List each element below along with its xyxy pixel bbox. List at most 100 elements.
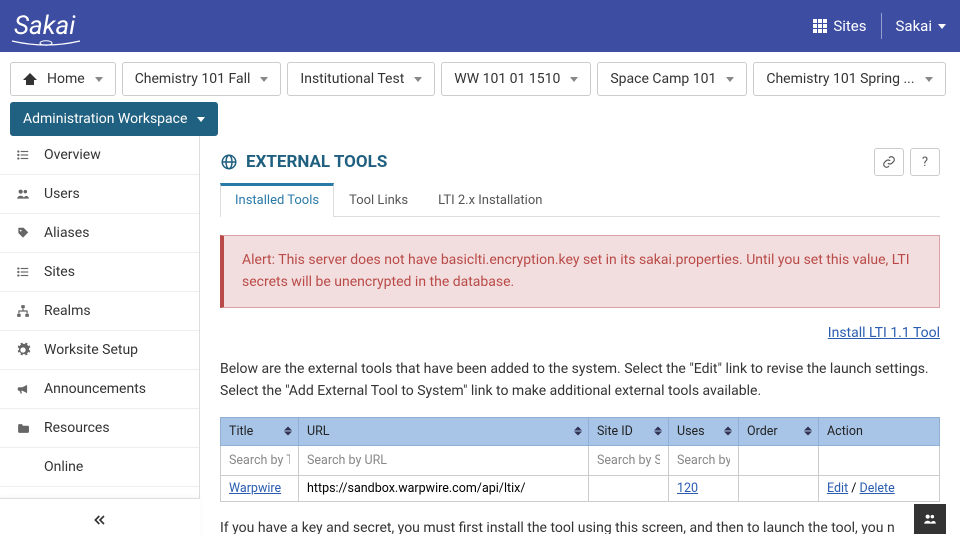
- chevron-down-icon: [260, 77, 268, 82]
- site-tab-4[interactable]: Space Camp 101: [597, 62, 747, 96]
- site-tab-label: Chemistry 101 Spring ...: [766, 71, 914, 87]
- sort-icon: [574, 427, 582, 436]
- feedback-button[interactable]: [914, 504, 946, 534]
- list-icon: [14, 147, 32, 163]
- sub-tabs: Installed ToolsTool LinksLTI 2.x Install…: [220, 182, 940, 217]
- chevron-down-icon: [925, 77, 933, 82]
- sidebar-item-label: Sites: [44, 264, 75, 280]
- user-menu[interactable]: Sakai: [896, 17, 946, 35]
- tool-url: https://sandbox.warpwire.com/api/ltix/: [299, 475, 589, 501]
- grid-icon: [813, 19, 827, 33]
- col-title[interactable]: Title: [221, 417, 299, 445]
- blank-icon: [14, 459, 32, 475]
- col-action[interactable]: Action: [819, 417, 940, 445]
- users-icon: [922, 512, 938, 526]
- sidebar-item-label: Worksite Setup: [44, 342, 138, 358]
- search-row: [221, 445, 940, 475]
- page-title: EXTERNAL TOOLS: [220, 152, 387, 172]
- intro-text: Below are the external tools that have b…: [220, 359, 940, 402]
- tool-uses-link[interactable]: 120: [677, 481, 698, 496]
- sidebar-item-label: Online: [44, 459, 83, 475]
- folder-icon: [14, 420, 32, 436]
- edit-link[interactable]: Edit: [827, 481, 848, 496]
- chevron-down-icon: [726, 77, 734, 82]
- sort-icon: [724, 427, 732, 436]
- delete-link[interactable]: Delete: [860, 481, 895, 496]
- chevron-down-icon: [570, 77, 578, 82]
- chevron-down-icon: [414, 77, 422, 82]
- gear-icon: [14, 342, 32, 358]
- sub-tab-installed-tools[interactable]: Installed Tools: [220, 183, 334, 217]
- sidebar-item-worksite-setup[interactable]: Worksite Setup: [0, 331, 199, 370]
- permalink-button[interactable]: [874, 148, 904, 176]
- site-tab-label: WW 101 01 1510: [454, 71, 560, 87]
- collapse-sidebar-button[interactable]: [0, 498, 200, 540]
- sidebar: Overview Users Aliases Sites Realms Worksite …: [0, 136, 200, 534]
- sidebar-item-label: Aliases: [44, 225, 89, 241]
- list-icon: [14, 264, 32, 280]
- sidebar-item-resources[interactable]: Resources: [0, 409, 199, 448]
- globe-icon: [220, 153, 238, 171]
- topbar: Sakai Sites Sakai: [0, 0, 960, 52]
- site-tab-label: Home: [47, 71, 85, 87]
- sidebar-item-label: Resources: [44, 420, 110, 436]
- content: EXTERNAL TOOLS ? Installed ToolsTool Lin…: [200, 136, 960, 534]
- sidebar-item-realms[interactable]: Realms: [0, 292, 199, 331]
- search-input-0[interactable]: [229, 451, 290, 470]
- tools-table: TitleURLSite IDUsesOrderAction Warpwire h…: [220, 417, 940, 502]
- table-row: Warpwire https://sandbox.warpwire.com/api…: [221, 475, 940, 501]
- chevron-down-icon: [95, 77, 103, 82]
- help-button[interactable]: ?: [910, 148, 940, 176]
- site-tab-0[interactable]: Home: [10, 62, 116, 96]
- site-tab-5[interactable]: Chemistry 101 Spring ...: [753, 62, 945, 96]
- sidebar-item-overview[interactable]: Overview: [0, 136, 199, 175]
- install-lti-link[interactable]: Install LTI 1.1 Tool: [828, 325, 940, 341]
- site-tab-label: Chemistry 101 Fall: [135, 71, 251, 87]
- chevron-down-icon: [938, 24, 946, 29]
- sidebar-item-online[interactable]: Online: [0, 448, 199, 487]
- sidebar-item-label: Users: [44, 186, 80, 202]
- sidebar-item-announcements[interactable]: Announcements: [0, 370, 199, 409]
- search-input-2[interactable]: [597, 451, 660, 470]
- tag-icon: [14, 225, 32, 241]
- sidebar-item-sites[interactable]: Sites: [0, 253, 199, 292]
- home-icon: [23, 73, 37, 85]
- sitemap-icon: [14, 303, 32, 319]
- megaphone-icon: [14, 381, 32, 397]
- chevron-double-left-icon: [92, 512, 108, 528]
- sites-button[interactable]: Sites: [813, 17, 866, 35]
- footer-text: If you have a key and secret, you must f…: [220, 518, 940, 534]
- col-site-id[interactable]: Site ID: [589, 417, 669, 445]
- sort-icon: [284, 427, 292, 436]
- site-tab-label: Space Camp 101: [610, 71, 716, 87]
- sidebar-item-label: Realms: [44, 303, 91, 319]
- sidebar-item-users[interactable]: Users: [0, 175, 199, 214]
- site-tab-6[interactable]: Administration Workspace: [10, 102, 218, 136]
- site-tab-label: Administration Workspace: [23, 111, 187, 127]
- sort-icon: [654, 427, 662, 436]
- site-tab-label: Institutional Test: [300, 71, 404, 87]
- col-uses[interactable]: Uses: [669, 417, 739, 445]
- search-input-1[interactable]: [307, 451, 580, 470]
- chevron-down-icon: [197, 117, 205, 122]
- tool-siteid: [589, 475, 669, 501]
- col-order[interactable]: Order: [739, 417, 819, 445]
- tool-title-link[interactable]: Warpwire: [229, 481, 281, 496]
- sort-icon: [804, 427, 812, 436]
- site-tabs: Home Chemistry 101 Fall Institutional Test…: [0, 52, 960, 136]
- search-input-3[interactable]: [677, 451, 730, 470]
- sidebar-item-aliases[interactable]: Aliases: [0, 214, 199, 253]
- users-icon: [14, 186, 32, 202]
- sidebar-item-label: Overview: [44, 147, 101, 163]
- sub-tab-lti-x-installation[interactable]: LTI 2.x Installation: [423, 183, 557, 217]
- sidebar-item-label: Announcements: [44, 381, 146, 397]
- site-tab-2[interactable]: Institutional Test: [287, 62, 435, 96]
- tool-order: [739, 475, 819, 501]
- divider: [881, 13, 882, 39]
- site-tab-1[interactable]: Chemistry 101 Fall: [122, 62, 282, 96]
- col-url[interactable]: URL: [299, 417, 589, 445]
- brand-logo[interactable]: Sakai: [14, 11, 75, 41]
- site-tab-3[interactable]: WW 101 01 1510: [441, 62, 591, 96]
- alert-banner: Alert: This server does not have basiclt…: [220, 235, 940, 308]
- sub-tab-tool-links[interactable]: Tool Links: [334, 183, 423, 217]
